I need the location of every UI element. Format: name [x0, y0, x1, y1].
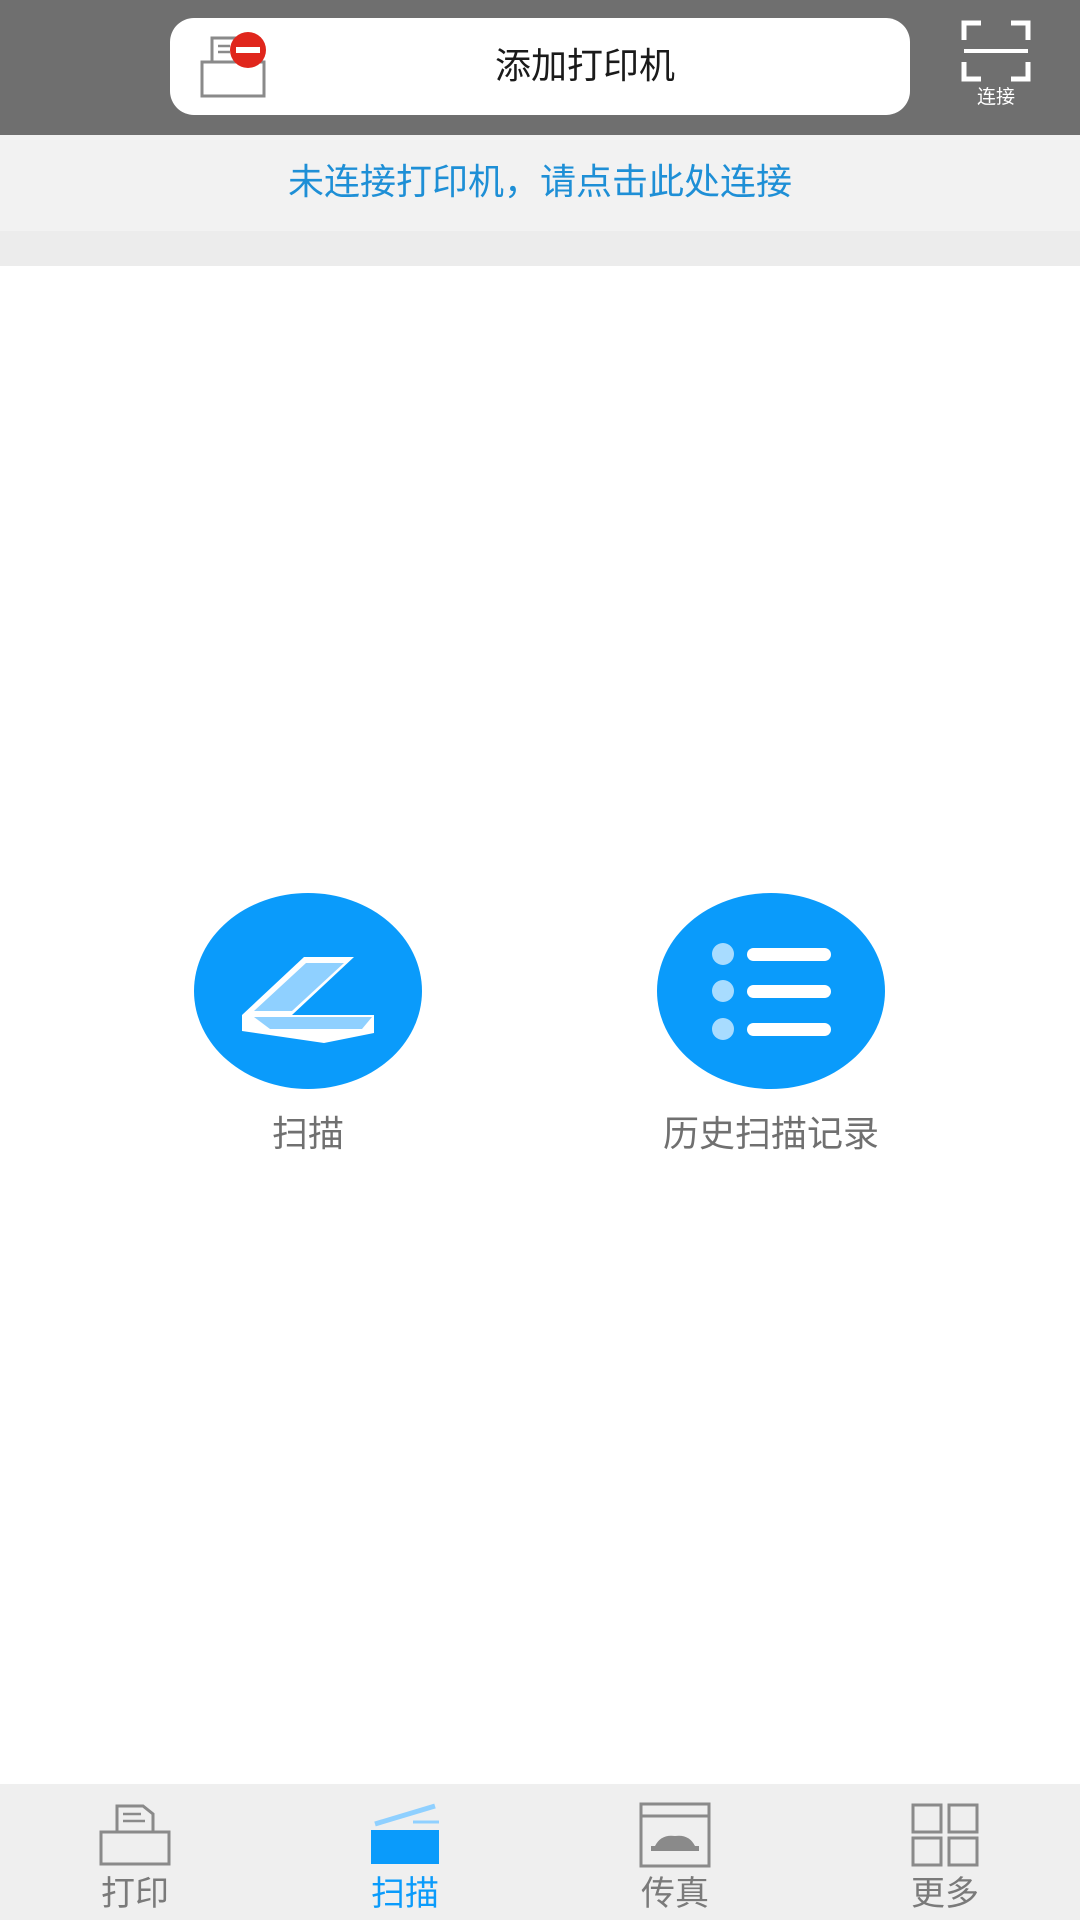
tab-print-label: 打印	[101, 1874, 169, 1914]
grid-icon	[911, 1803, 979, 1867]
list-icon	[712, 943, 831, 1040]
app-screen: 添加打印机 连接 未连接打印机，请点击此处连接 扫描 历史扫描记录 打印 扫描 …	[0, 0, 1080, 1920]
bottom-tab-bar: 打印 扫描 传真 更多	[0, 1784, 1080, 1920]
connect-printer-banner[interactable]: 未连接打印机，请点击此处连接	[0, 135, 1080, 231]
tab-scan[interactable]: 扫描	[270, 1784, 540, 1920]
fax-icon	[639, 1802, 711, 1868]
divider	[0, 231, 1080, 266]
printer-icon	[99, 1804, 171, 1866]
connect-button[interactable]: 连接	[955, 20, 1037, 110]
history-action-circle	[657, 893, 885, 1089]
connect-label: 连接	[976, 86, 1015, 108]
tab-more[interactable]: 更多	[810, 1784, 1080, 1920]
add-printer-button[interactable]: 添加打印机	[170, 18, 910, 115]
scan-action-circle	[194, 893, 422, 1089]
tab-print[interactable]: 打印	[0, 1784, 270, 1920]
top-header: 添加打印机 连接	[0, 0, 1080, 135]
scan-frame-icon	[961, 20, 1031, 82]
tab-fax[interactable]: 传真	[540, 1784, 810, 1920]
scan-action-label: 扫描	[271, 1114, 344, 1155]
scanner-icon	[242, 957, 374, 1043]
tab-fax-label: 传真	[641, 1874, 709, 1914]
add-printer-title: 添加打印机	[494, 46, 675, 87]
tab-scan-label: 扫描	[371, 1874, 439, 1914]
history-action-label: 历史扫描记录	[662, 1114, 879, 1155]
tab-more-label: 更多	[911, 1874, 979, 1914]
scanner-icon	[371, 1803, 439, 1864]
